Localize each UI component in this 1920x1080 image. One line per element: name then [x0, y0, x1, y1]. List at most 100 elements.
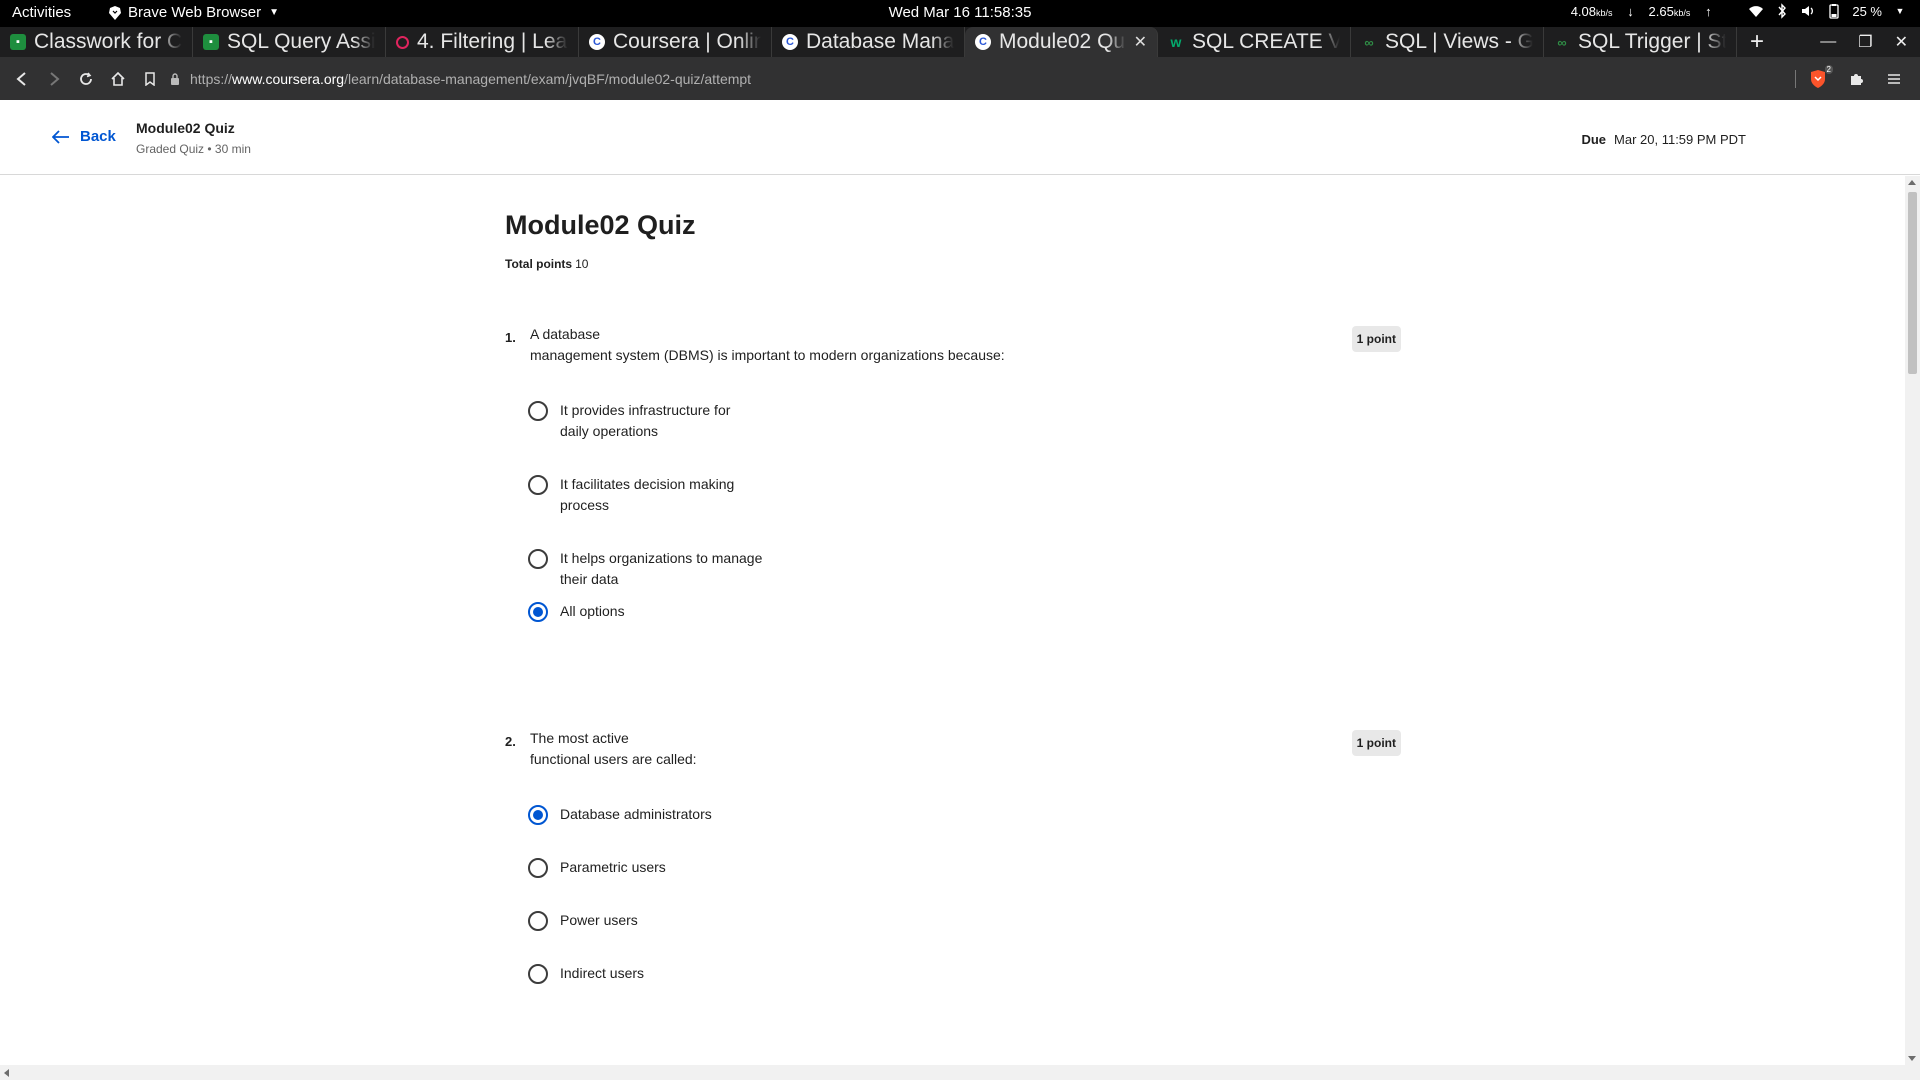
geeksforgeeks-icon: ∞ — [1557, 34, 1567, 50]
total-points: Total points 10 — [505, 257, 588, 271]
answer-option[interactable]: It facilitates decision making process — [528, 475, 800, 516]
radio-button[interactable] — [528, 549, 548, 569]
restore-icon[interactable]: ❐ — [1858, 32, 1872, 52]
horizontal-scrollbar[interactable] — [0, 1065, 1920, 1080]
total-points-label: Total points — [505, 257, 573, 271]
brave-shields-button[interactable]: 2 — [1802, 63, 1834, 95]
option-label: Parametric users — [560, 859, 666, 875]
reload-button[interactable] — [70, 63, 102, 95]
window-controls: — ❐ ✕ — [1820, 27, 1920, 57]
minimize-icon[interactable]: — — [1820, 33, 1836, 51]
tab-coursera-online[interactable]: C Coursera | Online — [579, 27, 772, 57]
tab-title: SQL | Views - Gee — [1385, 30, 1533, 53]
due-value: Mar 20, 11:59 PM PDT — [1614, 132, 1746, 147]
question-number: 2. — [505, 734, 516, 749]
arrow-left-icon — [52, 129, 69, 144]
tab-module02-quiz[interactable]: C Module02 Qui ✕ — [965, 27, 1158, 57]
question-text-line: functional users are called: — [530, 751, 697, 767]
radio-button[interactable] — [528, 964, 548, 984]
forward-nav-button[interactable] — [38, 63, 70, 95]
points-badge: 1 point — [1351, 326, 1401, 352]
w3schools-icon: w — [1170, 34, 1182, 50]
radio-button-selected[interactable] — [528, 805, 548, 825]
home-button[interactable] — [102, 63, 134, 95]
page-title: Module02 Quiz — [505, 210, 696, 240]
answer-option[interactable]: Indirect users — [528, 964, 800, 984]
tab-database-management[interactable]: C Database Manage — [772, 27, 965, 57]
tab-classwork[interactable]: ▪ Classwork for Cla — [0, 27, 193, 57]
tab-close-icon[interactable]: ✕ — [1134, 32, 1147, 52]
arrow-right-icon — [50, 72, 60, 86]
lock-icon — [171, 73, 179, 85]
clock[interactable]: Wed Mar 16 11:58:35 — [889, 4, 1032, 21]
battery-percent: 25 % — [1852, 3, 1882, 19]
tab-title: SQL CREATE VIEW — [1192, 30, 1340, 53]
browser-toolbar: https://www.coursera.org/learn/database-… — [0, 57, 1920, 100]
radio-button-selected[interactable] — [528, 602, 548, 622]
coursera-icon: C — [975, 34, 991, 50]
arrow-left-icon — [16, 72, 26, 86]
shield-count-badge: 2 — [1824, 65, 1833, 74]
tab-title: Classwork for Cla — [34, 30, 182, 53]
answer-option-selected[interactable]: All options — [528, 602, 800, 622]
tab-sql-create-view[interactable]: w SQL CREATE VIEW — [1158, 27, 1351, 57]
tab-filtering[interactable]: 4. Filtering | Lear — [386, 27, 579, 57]
radio-button[interactable] — [528, 911, 548, 931]
tab-title: SQL Query Assig — [227, 30, 375, 53]
scroll-down-arrow-icon[interactable] — [1908, 1056, 1916, 1061]
download-arrow-icon: ↓ — [1627, 3, 1634, 19]
option-label: It provides infrastructure for daily ope… — [560, 402, 731, 439]
scrollbar-thumb[interactable] — [1908, 192, 1917, 374]
close-window-icon[interactable]: ✕ — [1895, 32, 1908, 52]
tab-title: Coursera | Online — [613, 30, 761, 53]
bookmark-icon — [145, 72, 155, 86]
bluetooth-icon — [1778, 3, 1787, 19]
tab-sql-query-assignment[interactable]: ▪ SQL Query Assig — [193, 27, 386, 57]
tab-title: 4. Filtering | Lear — [417, 30, 568, 53]
download-rate: 4.08kb/s — [1570, 3, 1613, 19]
radio-button[interactable] — [528, 475, 548, 495]
back-link[interactable]: Back — [52, 128, 116, 145]
tab-strip: ▪ Classwork for Cla ▪ SQL Query Assig 4.… — [0, 27, 1920, 57]
points-badge: 1 point — [1351, 730, 1401, 756]
extensions-button[interactable] — [1840, 63, 1872, 95]
tab-title: Module02 Qui — [999, 30, 1126, 53]
tab-sql-trigger[interactable]: ∞ SQL Trigger | Stu — [1544, 27, 1737, 57]
answer-option[interactable]: Parametric users — [528, 858, 800, 878]
back-label: Back — [80, 128, 116, 145]
answer-option-selected[interactable]: Database administrators — [528, 805, 800, 825]
url-text: https://www.coursera.org/learn/database-… — [190, 71, 752, 87]
option-label: It facilitates decision making process — [560, 476, 735, 513]
vertical-scrollbar[interactable] — [1905, 176, 1920, 1065]
option-label: It helps organizations to manage their d… — [560, 550, 763, 587]
question-text-line: management system (DBMS) is important to… — [530, 347, 1005, 363]
scroll-left-arrow-icon[interactable] — [4, 1069, 9, 1077]
radio-button[interactable] — [528, 858, 548, 878]
option-label: Database administrators — [560, 806, 712, 822]
system-top-bar: Activities Brave Web Browser ▼ Wed Mar 1… — [0, 0, 1920, 27]
back-nav-button[interactable] — [6, 63, 38, 95]
bookmark-button[interactable] — [134, 63, 166, 95]
quiz-content: Module02 Quiz Total points 10 1. A databa… — [0, 176, 1905, 1065]
upload-arrow-icon: ↑ — [1705, 3, 1712, 19]
wifi-icon — [1749, 6, 1764, 17]
address-bar[interactable]: https://www.coursera.org/learn/database-… — [170, 65, 1802, 93]
answer-option[interactable]: It provides infrastructure for daily ope… — [528, 401, 800, 442]
header-subtitle: Graded Quiz • 30 min — [136, 142, 251, 156]
divider — [1795, 70, 1796, 88]
google-classroom-icon: ▪ — [203, 34, 219, 50]
question-1: 1. A database management system (DBMS) i… — [505, 324, 1401, 624]
app-menu[interactable]: Brave Web Browser ▼ — [108, 4, 279, 21]
activities-button[interactable]: Activities — [12, 4, 71, 21]
system-tray[interactable]: 4.08kb/s ↓ 2.65kb/s ↑ 25 % ▼ — [1571, 3, 1908, 19]
browser-menu-button[interactable] — [1878, 63, 1910, 95]
new-tab-button[interactable]: + — [1737, 27, 1777, 57]
battery-icon — [1829, 4, 1840, 19]
radio-button[interactable] — [528, 401, 548, 421]
option-label: All options — [560, 603, 625, 619]
scroll-up-arrow-icon[interactable] — [1908, 180, 1916, 185]
puzzle-icon — [1851, 74, 1863, 85]
tab-sql-views[interactable]: ∞ SQL | Views - Gee — [1351, 27, 1544, 57]
answer-option[interactable]: Power users — [528, 911, 800, 931]
answer-option[interactable]: It helps organizations to manage their d… — [528, 549, 820, 590]
